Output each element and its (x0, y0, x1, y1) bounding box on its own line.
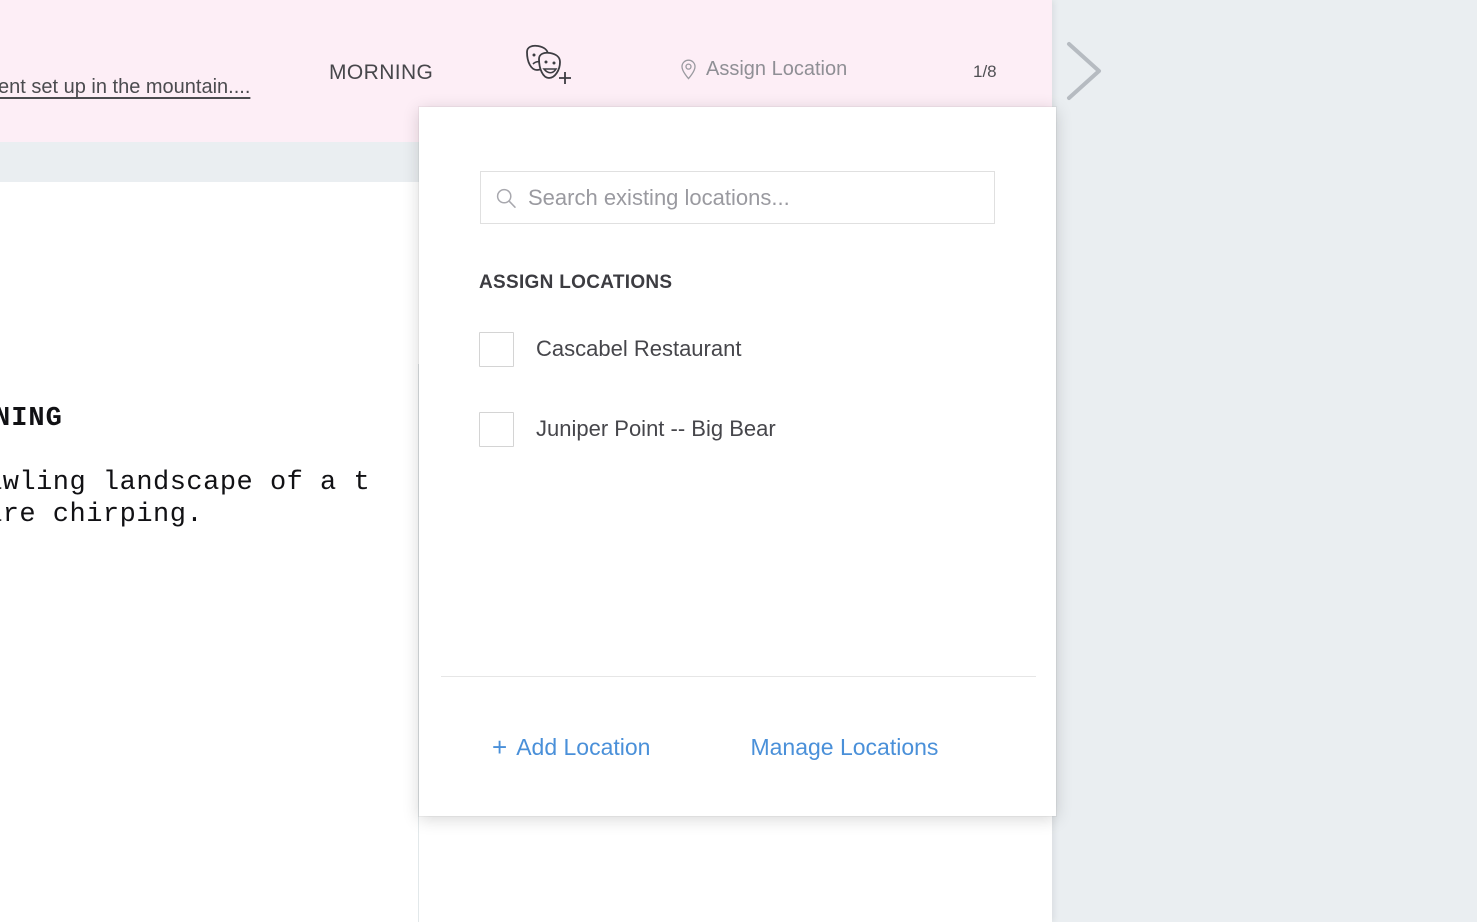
add-location-button[interactable]: + Add Location (492, 734, 650, 761)
script-scene-slug: NING (0, 404, 63, 434)
app-root: ent set up in the mountain.... MORNING A… (0, 0, 1477, 922)
add-location-label: Add Location (516, 733, 651, 760)
assign-location-label: Assign Location (706, 58, 848, 80)
location-list-item[interactable]: Cascabel Restaurant (479, 329, 999, 369)
popover-action-bar: + Add Location Manage Locations (441, 707, 1036, 787)
location-search-field[interactable] (480, 171, 995, 224)
location-search-input[interactable] (528, 184, 980, 211)
location-checkbox[interactable] (479, 411, 514, 447)
manage-locations-button[interactable]: Manage Locations (750, 734, 938, 761)
script-action-line-1: awling landscape of a t (0, 468, 371, 498)
next-page-chevron-right-icon[interactable] (1053, 36, 1117, 106)
scene-heading-link[interactable]: ent set up in the mountain.... (0, 76, 250, 99)
assign-location-button[interactable]: Assign Location (680, 58, 847, 81)
script-action-line-2: are chirping. (0, 500, 204, 530)
location-checkbox[interactable] (479, 331, 514, 367)
plus-icon: + (492, 732, 508, 762)
assign-location-popover: ASSIGN LOCATIONS Cascabel Restaurant Jun… (419, 107, 1056, 816)
popover-divider (441, 676, 1036, 677)
assign-locations-list: Cascabel Restaurant Juniper Point -- Big… (479, 329, 999, 489)
search-icon (495, 187, 517, 209)
map-pin-icon (680, 59, 697, 80)
location-label: Cascabel Restaurant (536, 336, 742, 361)
location-list-item[interactable]: Juniper Point -- Big Bear (479, 409, 999, 449)
theater-masks-add-icon[interactable] (519, 42, 577, 88)
scene-time-of-day[interactable]: MORNING (329, 61, 433, 85)
manage-locations-label: Manage Locations (750, 733, 939, 760)
assign-locations-section-title: ASSIGN LOCATIONS (479, 272, 673, 293)
location-label: Juniper Point -- Big Bear (536, 416, 776, 441)
page-counter: 1/8 (973, 62, 997, 81)
